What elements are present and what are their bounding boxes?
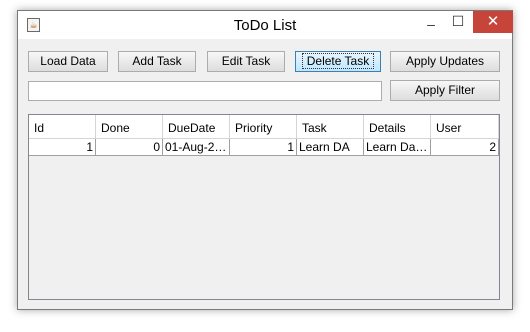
cell-details[interactable]: Learn Data...	[364, 139, 431, 156]
task-table[interactable]: Id Done DueDate Priority Task Details Us…	[28, 114, 500, 300]
table-header: Id Done DueDate Priority Task Details Us…	[29, 115, 499, 139]
column-header-task[interactable]: Task	[297, 115, 364, 139]
column-header-done[interactable]: Done	[96, 115, 163, 139]
delete-task-label: Delete Task	[301, 53, 375, 69]
minimize-button[interactable]: –	[418, 11, 444, 33]
apply-filter-button[interactable]: Apply Filter	[390, 80, 500, 101]
todo-window: ☕ ToDo List – ☐ ✕ Load Data Add Task Edi…	[17, 10, 513, 310]
cell-id[interactable]: 1	[29, 139, 96, 156]
cell-user[interactable]: 2	[431, 139, 499, 156]
column-header-id[interactable]: Id	[29, 115, 96, 139]
cell-duedate[interactable]: 01-Aug-2014	[163, 139, 230, 156]
apply-filter-label: Apply Filter	[414, 83, 476, 97]
load-data-label: Load Data	[40, 54, 96, 68]
cell-done[interactable]: 0	[96, 139, 163, 156]
column-header-details[interactable]: Details	[364, 115, 431, 139]
cell-priority[interactable]: 1	[230, 139, 297, 156]
table-row[interactable]: 1 0 01-Aug-2014 1 Learn DA Learn Data...…	[29, 139, 499, 156]
close-button[interactable]: ✕	[473, 11, 513, 33]
filter-input[interactable]	[28, 81, 382, 101]
delete-task-button[interactable]: Delete Task	[295, 51, 381, 72]
column-header-duedate[interactable]: DueDate	[163, 115, 230, 139]
edit-task-button[interactable]: Edit Task	[207, 51, 285, 72]
add-task-label: Add Task	[132, 54, 182, 68]
cell-task[interactable]: Learn DA	[297, 139, 364, 156]
column-header-user[interactable]: User	[431, 115, 499, 139]
title-bar: ☕ ToDo List – ☐ ✕	[18, 11, 513, 39]
edit-task-label: Edit Task	[221, 54, 271, 68]
column-header-priority[interactable]: Priority	[230, 115, 297, 139]
load-data-button[interactable]: Load Data	[28, 51, 108, 72]
maximize-button[interactable]: ☐	[446, 11, 470, 33]
add-task-button[interactable]: Add Task	[118, 51, 196, 72]
apply-updates-button[interactable]: Apply Updates	[390, 51, 500, 72]
apply-updates-label: Apply Updates	[405, 54, 485, 68]
